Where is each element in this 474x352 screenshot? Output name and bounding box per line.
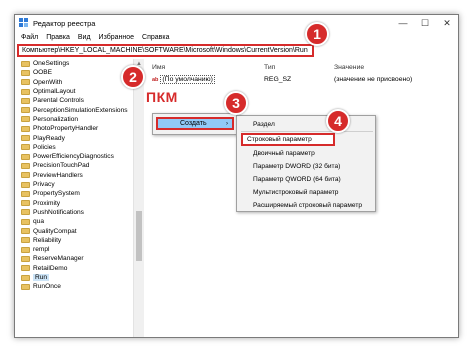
menu-bar: Файл Правка Вид Избранное Справка — [15, 31, 458, 43]
tree-scrollbar[interactable]: ▲ — [133, 59, 144, 337]
address-bar[interactable]: Компьютер\HKEY_LOCAL_MACHINE\SOFTWARE\Mi… — [17, 44, 314, 57]
folder-icon — [21, 246, 30, 253]
column-header-type[interactable]: Тип — [264, 64, 275, 71]
tree-item[interactable]: OneSettings — [21, 59, 69, 68]
menu-edit[interactable]: Правка — [46, 34, 70, 41]
tree-item[interactable]: PrecisionTouchPad — [21, 161, 89, 170]
folder-icon — [21, 107, 30, 114]
minimize-button[interactable]: — — [392, 15, 414, 31]
tree-item[interactable]: Proximity — [21, 199, 60, 208]
folder-icon — [21, 237, 30, 244]
tree-item[interactable]: OptimalLayout — [21, 87, 76, 96]
value-type: REG_SZ — [264, 76, 292, 83]
tree-item[interactable]: Parental Controls — [21, 96, 84, 105]
tree-item[interactable]: OpenWith — [21, 78, 62, 87]
tree-item[interactable]: Reliability — [21, 236, 61, 245]
value-row[interactable]: ab (По умолчанию) — [152, 75, 215, 84]
tree-item[interactable]: QualityCompat — [21, 226, 77, 235]
submenu-item-dword-value[interactable]: Параметр DWORD (32 бита) — [253, 161, 340, 172]
folder-icon — [21, 181, 30, 188]
folder-icon — [21, 209, 30, 216]
folder-icon — [21, 125, 30, 132]
tree-item-selected[interactable]: Run — [21, 273, 50, 282]
folder-icon — [21, 265, 30, 272]
step-badge-4: 4 — [326, 109, 350, 133]
folder-icon — [21, 79, 30, 86]
close-button[interactable]: ✕ — [436, 15, 458, 31]
create-menu-item[interactable]: Создать › — [156, 117, 234, 130]
create-label: Создать — [180, 120, 207, 127]
tree-item[interactable]: PowerEfficiencyDiagnostics — [21, 152, 114, 161]
submenu-separator — [241, 131, 373, 132]
folder-icon — [21, 162, 30, 169]
string-value-icon: ab — [152, 76, 159, 83]
tree-item[interactable]: PreviewHandlers — [21, 171, 83, 180]
folder-icon — [21, 60, 30, 67]
column-header-name[interactable]: Имя — [152, 64, 165, 71]
right-click-annotation: ПКМ — [146, 89, 178, 105]
create-submenu: Раздел Строковый параметр Двоичный парам… — [236, 115, 376, 212]
folder-icon — [21, 97, 30, 104]
folder-icon — [21, 228, 30, 235]
folder-icon — [21, 135, 30, 142]
submenu-arrow-icon: › — [226, 120, 228, 127]
menu-help[interactable]: Справка — [142, 34, 169, 41]
submenu-item-multistring-value[interactable]: Мультистроковый параметр — [253, 187, 338, 198]
folder-icon — [21, 116, 30, 123]
folder-icon — [21, 200, 30, 207]
folder-icon — [21, 153, 30, 160]
tree-item[interactable]: Privacy — [21, 180, 55, 189]
tree-item[interactable]: PropertySystem — [21, 189, 80, 198]
tree-item[interactable]: Policies — [21, 143, 56, 152]
submenu-item-key[interactable]: Раздел — [253, 119, 275, 130]
registry-tree: OneSettings OOBE OpenWith OptimalLayout … — [15, 59, 133, 337]
step-badge-2: 2 — [121, 65, 145, 89]
folder-icon — [21, 144, 30, 151]
folder-icon — [21, 172, 30, 179]
tree-item[interactable]: PlayReady — [21, 133, 65, 142]
folder-icon — [21, 274, 30, 281]
registry-editor-icon — [19, 18, 29, 28]
tree-item[interactable]: qua — [21, 217, 44, 226]
tree-item[interactable]: OOBE — [21, 68, 52, 77]
tree-item[interactable]: Personalization — [21, 115, 78, 124]
tree-item[interactable]: ReserveManager — [21, 254, 84, 263]
folder-icon — [21, 69, 30, 76]
folder-icon — [21, 283, 30, 290]
folder-icon — [21, 255, 30, 262]
tree-item[interactable]: RetailDemo — [21, 264, 67, 273]
submenu-item-expandable-string-value[interactable]: Расширяемый строковый параметр — [253, 200, 362, 211]
value-name: (По умолчанию) — [160, 75, 215, 84]
folder-icon — [21, 190, 30, 197]
menu-view[interactable]: Вид — [78, 34, 91, 41]
tree-item[interactable]: PushNotifications — [21, 208, 84, 217]
tree-item[interactable]: PerceptionSimulationExtensions — [21, 106, 128, 115]
menu-favorites[interactable]: Избранное — [99, 34, 134, 41]
window-title: Редактор реестра — [33, 18, 96, 28]
title-bar[interactable]: Редактор реестра — ☐ ✕ — [15, 15, 458, 31]
menu-file[interactable]: Файл — [21, 34, 38, 41]
tree-item[interactable]: RunOnce — [21, 282, 61, 291]
submenu-item-string-value[interactable]: Строковый параметр — [247, 134, 312, 145]
scrollbar-thumb[interactable] — [136, 211, 142, 261]
step-badge-3: 3 — [224, 91, 248, 115]
column-header-value[interactable]: Значение — [334, 64, 364, 71]
submenu-item-binary-value[interactable]: Двоичный параметр — [253, 148, 315, 159]
context-menu: Создать › — [152, 113, 238, 135]
folder-icon — [21, 218, 30, 225]
tree-item[interactable]: PhotoPropertyHandler — [21, 124, 98, 133]
tree-item[interactable]: rempl — [21, 245, 50, 254]
folder-icon — [21, 88, 30, 95]
step-badge-1: 1 — [305, 22, 329, 46]
value-data: (значение не присвоено) — [334, 76, 413, 83]
submenu-item-qword-value[interactable]: Параметр QWORD (64 бита) — [253, 174, 341, 185]
maximize-button[interactable]: ☐ — [414, 15, 436, 31]
